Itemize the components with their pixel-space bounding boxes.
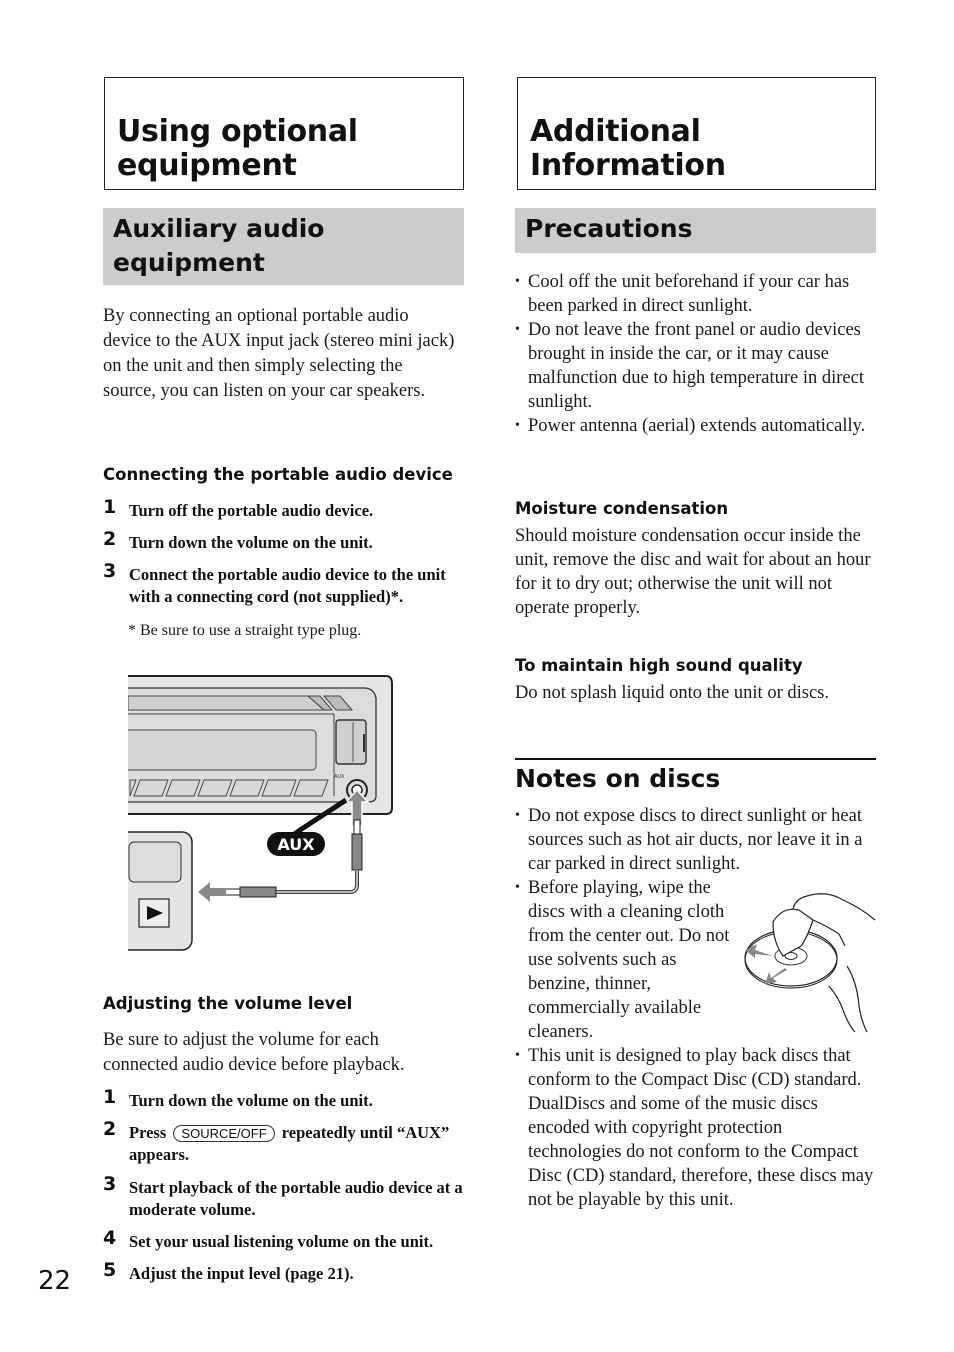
precautions-list: Cool off the unit beforehand if your car… (515, 270, 876, 438)
section-divider (515, 758, 876, 760)
adjust-step: 2 Press SOURCE/OFF repeatedly until “AUX… (103, 1118, 464, 1166)
disc-cleaning-illustration (744, 893, 876, 1033)
sound-quality-heading: To maintain high sound quality (515, 656, 803, 675)
section-heading: Precautions (515, 208, 876, 253)
chapter-title-line: equipment (117, 148, 297, 183)
adjust-step: 5 Adjust the input level (page 21). (103, 1259, 464, 1285)
chapter-title-line: Using optional (117, 114, 358, 149)
page-number: 22 (38, 1266, 72, 1296)
list-item: This unit is designed to play back discs… (515, 1044, 876, 1212)
adjust-step: 4 Set your usual listening volume on the… (103, 1227, 464, 1253)
step-number: 2 (103, 1118, 117, 1140)
chapter-heading-box: Additional Information (517, 77, 876, 190)
connect-step: 1 Turn off the portable audio device. (103, 496, 464, 522)
moisture-heading: Moisture condensation (515, 499, 729, 518)
section-title-line: equipment (113, 248, 265, 277)
step-text: Connect the portable audio device to the… (129, 565, 446, 606)
step-number: 1 (103, 1086, 117, 1108)
audio-cable (223, 819, 363, 898)
aux-connection-illustration: AUX AUX (128, 675, 393, 951)
chapter-title-line: Information (530, 148, 726, 183)
step-text: Adjust the input level (page 21). (129, 1264, 354, 1283)
adjust-step: 1 Turn down the volume on the unit. (103, 1086, 464, 1112)
step-text: Turn down the volume on the unit. (129, 1091, 373, 1110)
step-number: 1 (103, 496, 117, 518)
step-number: 3 (103, 560, 117, 582)
chapter-heading-box: Using optional equipment (104, 77, 464, 190)
aux-jack-label: AUX (334, 774, 345, 780)
connect-step: 3 Connect the portable audio device to t… (103, 560, 464, 608)
chapter-title: Additional Information (530, 115, 726, 183)
list-item: Before playing, wipe the discs with a cl… (515, 876, 743, 1044)
source-off-button-label: SOURCE/OFF (173, 1125, 275, 1142)
chapter-title: Using optional equipment (117, 115, 358, 183)
step-number: 5 (103, 1259, 117, 1281)
step-number: 2 (103, 528, 117, 550)
footnote: * Be sure to use a straight type plug. (128, 622, 362, 639)
connecting-heading: Connecting the portable audio device (103, 465, 453, 484)
play-icon (138, 898, 170, 928)
step-text: Start playback of the portable audio dev… (129, 1178, 463, 1219)
list-item: Cool off the unit beforehand if your car… (515, 270, 876, 318)
direction-arrow-icon (198, 882, 226, 902)
chapter-title-line: Additional (530, 114, 701, 149)
moisture-text: Should moisture condensation occur insid… (515, 526, 871, 618)
aux-badge: AUX (267, 832, 325, 856)
section-title-line: Auxiliary audio (113, 214, 325, 243)
list-item-text: Before playing, wipe the discs with a cl… (528, 878, 730, 1042)
step-text: Turn down the volume on the unit. (129, 533, 373, 552)
adjusting-intro: Be sure to adjust the volume for each co… (103, 1030, 405, 1075)
list-item: Do not leave the front panel or audio de… (515, 318, 876, 414)
notes-on-discs-heading: Notes on discs (515, 764, 721, 793)
step-number: 3 (103, 1173, 117, 1195)
list-item: Do not expose discs to direct sunlight o… (515, 804, 876, 876)
step-text: Set your usual listening volume on the u… (129, 1232, 434, 1251)
intro-paragraph: By connecting an optional portable audio… (103, 306, 455, 401)
step-text: Turn off the portable audio device. (129, 501, 374, 520)
step-text: Press SOURCE/OFF repeatedly until “AUX” … (129, 1122, 464, 1166)
section-heading: Auxiliary audio equipment (103, 208, 464, 285)
adjusting-heading: Adjusting the volume level (103, 994, 353, 1013)
aux-badge-label: AUX (277, 835, 315, 854)
connect-step: 2 Turn down the volume on the unit. (103, 528, 464, 554)
car-stereo-unit: AUX (128, 675, 393, 815)
adjust-step: 3 Start playback of the portable audio d… (103, 1173, 464, 1221)
step-number: 4 (103, 1227, 117, 1249)
step-text-part: Press (129, 1123, 167, 1142)
portable-audio-device (128, 831, 193, 951)
sound-quality-text: Do not splash liquid onto the unit or di… (515, 683, 829, 703)
list-item: Power antenna (aerial) extends automatic… (515, 414, 876, 438)
